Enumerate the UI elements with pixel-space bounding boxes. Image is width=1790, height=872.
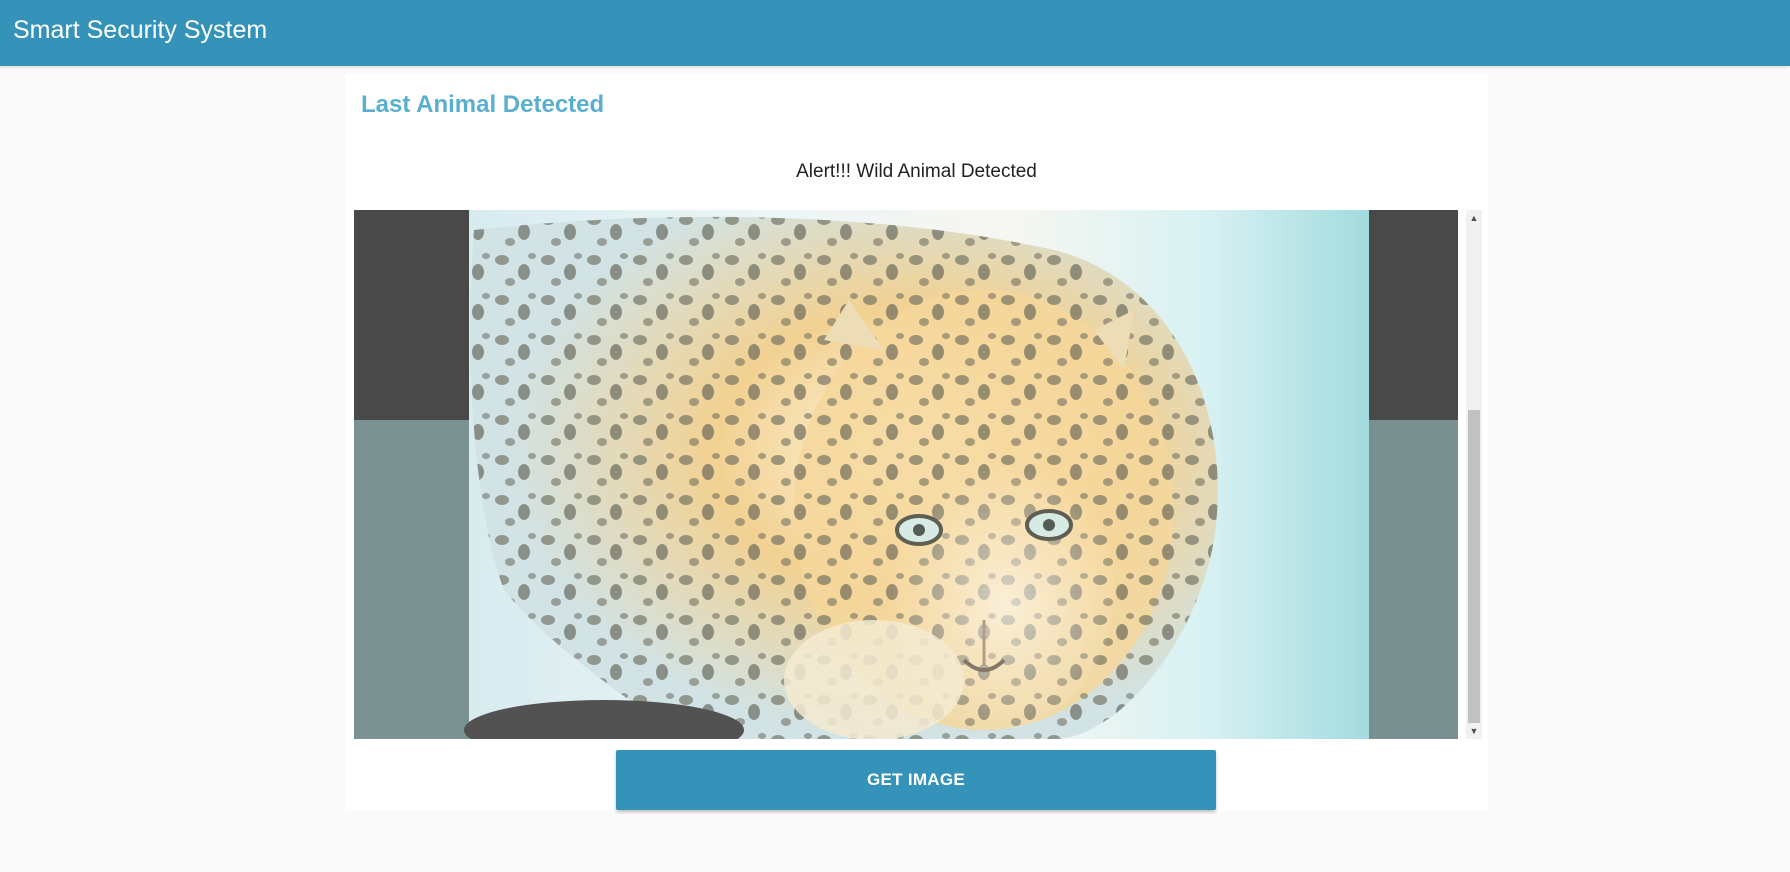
alert-message: Alert!!! Wild Animal Detected: [796, 161, 1037, 182]
scrollbar-thumb[interactable]: [1468, 410, 1480, 723]
detected-animal-image: [354, 210, 1458, 739]
scroll-down-arrow-icon[interactable]: ▼: [1466, 723, 1482, 739]
app-title: Smart Security System: [13, 16, 268, 44]
app-header: Smart Security System: [0, 0, 1790, 66]
scroll-up-arrow-icon[interactable]: ▲: [1466, 210, 1482, 226]
detection-card: Last Animal Detected Alert!!! Wild Anima…: [345, 74, 1488, 811]
get-image-button[interactable]: GET IMAGE: [616, 750, 1216, 810]
leopard-photo: [354, 210, 1458, 739]
image-scrollbar[interactable]: ▲ ▼: [1466, 210, 1482, 739]
card-heading: Last Animal Detected: [361, 91, 605, 118]
